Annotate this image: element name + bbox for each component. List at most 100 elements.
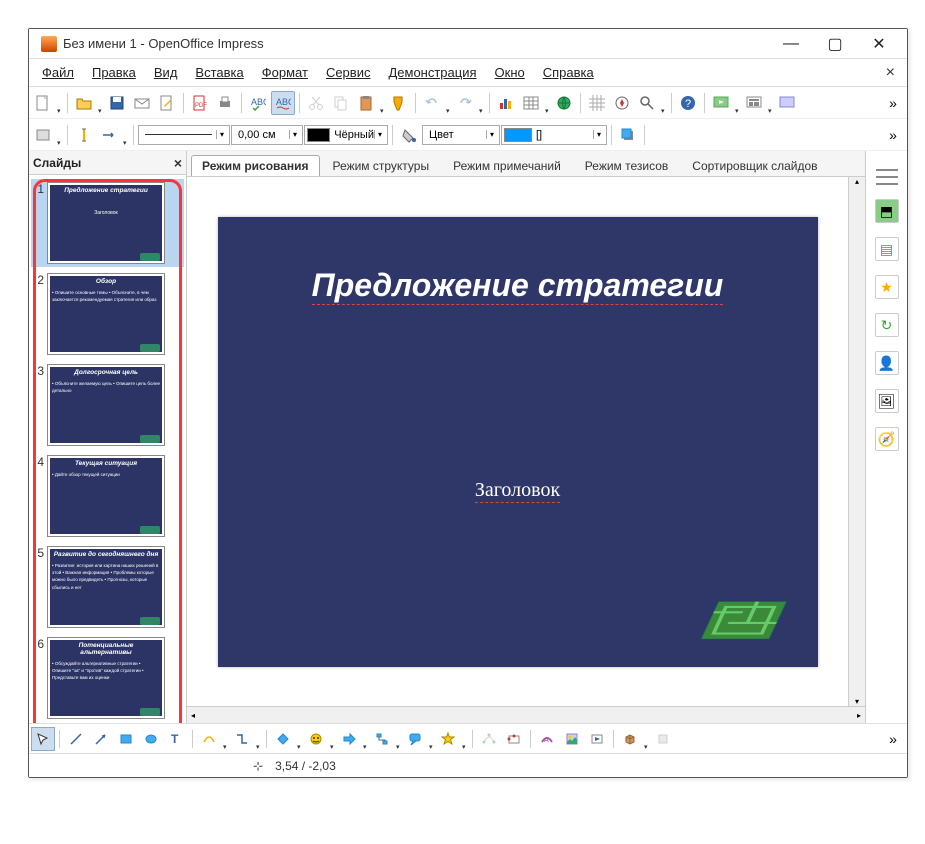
slide-thumb-6[interactable]: 6 Потенциальные альтернативы• Обсуждайте…: [31, 634, 184, 722]
slide-thumb-1[interactable]: 1 Предложение стратегииЗаголовок: [31, 179, 184, 267]
task-pane-toggle-icon[interactable]: [876, 169, 898, 185]
zoom-dropdown[interactable]: [661, 100, 667, 106]
line-color-combo[interactable]: Чёрный▾: [304, 125, 388, 145]
tab-drawing[interactable]: Режим рисования: [191, 155, 320, 176]
gallery-icon[interactable]: 🖼: [875, 389, 899, 413]
from-file-icon[interactable]: [560, 727, 584, 751]
format-paintbrush-icon[interactable]: [387, 91, 411, 115]
stars-icon[interactable]: [436, 727, 460, 751]
points-icon[interactable]: [477, 727, 501, 751]
paste-icon[interactable]: [354, 91, 378, 115]
select-tool-icon[interactable]: [31, 727, 55, 751]
slides-panel-close-icon[interactable]: ×: [174, 155, 182, 171]
arrow-icon[interactable]: [31, 123, 55, 147]
slideshow-icon[interactable]: [709, 91, 733, 115]
redo-icon[interactable]: [453, 91, 477, 115]
print-icon[interactable]: [213, 91, 237, 115]
media-icon[interactable]: [585, 727, 609, 751]
symbol-shapes-icon[interactable]: [304, 727, 328, 751]
3d-dropdown[interactable]: [644, 736, 650, 742]
menubar-close-icon[interactable]: ×: [878, 64, 903, 82]
slide-layout-icon[interactable]: [742, 91, 766, 115]
ellipse-tool-icon[interactable]: [139, 727, 163, 751]
slide-canvas[interactable]: Предложение стратегии Заголовок: [218, 217, 818, 667]
menu-edit[interactable]: Правка: [83, 63, 145, 82]
slide-thumb-4[interactable]: 4 Текущая ситуация• Дайте обзор текущей …: [31, 452, 184, 540]
new-dropdown[interactable]: [57, 100, 63, 106]
extrusion-icon[interactable]: [651, 727, 675, 751]
menu-format[interactable]: Формат: [253, 63, 317, 82]
custom-animation-icon[interactable]: ★: [875, 275, 899, 299]
fontwork-icon[interactable]: A: [535, 727, 559, 751]
glue-points-icon[interactable]: [502, 727, 526, 751]
chart-icon[interactable]: [494, 91, 518, 115]
menu-help[interactable]: Справка: [534, 63, 603, 82]
slide-layout-dropdown[interactable]: [768, 100, 774, 106]
edit-doc-icon[interactable]: [155, 91, 179, 115]
symbol-shapes-dropdown[interactable]: [330, 736, 336, 742]
shadow-icon[interactable]: [616, 123, 640, 147]
open-icon[interactable]: [72, 91, 96, 115]
block-arrows-dropdown[interactable]: [363, 736, 369, 742]
menu-window[interactable]: Окно: [486, 63, 534, 82]
basic-shapes-icon[interactable]: [271, 727, 295, 751]
btb-overflow-icon[interactable]: »: [881, 727, 905, 751]
line-type-combo[interactable]: ▾: [138, 125, 230, 145]
table-dropdown[interactable]: [545, 100, 551, 106]
zoom-icon[interactable]: [635, 91, 659, 115]
slide-transition-icon[interactable]: ↻: [875, 313, 899, 337]
slide-title-text[interactable]: Предложение стратегии: [218, 217, 818, 304]
fill-type-combo[interactable]: Цвет▾: [422, 125, 500, 145]
slide-subtitle-text[interactable]: Заголовок: [475, 479, 560, 503]
line-tool-icon[interactable]: [64, 727, 88, 751]
menu-file[interactable]: Файл: [33, 63, 83, 82]
navigator-icon[interactable]: [610, 91, 634, 115]
slide-design-icon[interactable]: [775, 91, 799, 115]
menu-view[interactable]: Вид: [145, 63, 187, 82]
tab-sorter[interactable]: Сортировщик слайдов: [681, 155, 828, 176]
table-icon[interactable]: [519, 91, 543, 115]
master-pages-icon[interactable]: ▤: [875, 237, 899, 261]
horizontal-scrollbar[interactable]: [187, 706, 865, 723]
toolbar2-overflow-icon[interactable]: »: [881, 123, 905, 147]
flowchart-icon[interactable]: [370, 727, 394, 751]
minimize-button[interactable]: —: [769, 30, 813, 58]
line-width-combo[interactable]: 0,00 см▾: [231, 125, 303, 145]
curve-tool-icon[interactable]: [197, 727, 221, 751]
menu-insert[interactable]: Вставка: [186, 63, 252, 82]
autospell-icon[interactable]: ABC: [271, 91, 295, 115]
cut-icon[interactable]: [304, 91, 328, 115]
3d-objects-icon[interactable]: [618, 727, 642, 751]
spellcheck-icon[interactable]: ABC: [246, 91, 270, 115]
rect-tool-icon[interactable]: [114, 727, 138, 751]
menu-slideshow[interactable]: Демонстрация: [379, 63, 485, 82]
vertical-scrollbar[interactable]: [848, 177, 865, 706]
connector-tool-icon[interactable]: [230, 727, 254, 751]
tab-outline[interactable]: Режим структуры: [322, 155, 441, 176]
tab-notes[interactable]: Режим примечаний: [442, 155, 572, 176]
flowchart-dropdown[interactable]: [396, 736, 402, 742]
styles-icon[interactable]: 👤: [875, 351, 899, 375]
properties-icon[interactable]: ⬒: [875, 199, 899, 223]
save-icon[interactable]: [105, 91, 129, 115]
copy-icon[interactable]: [329, 91, 353, 115]
fill-icon[interactable]: [397, 123, 421, 147]
connector-dropdown[interactable]: [256, 736, 262, 742]
export-pdf-icon[interactable]: PDF: [188, 91, 212, 115]
arrow-tool-icon[interactable]: [89, 727, 113, 751]
arrow-style-icon[interactable]: [97, 123, 121, 147]
canvas-area[interactable]: Предложение стратегии Заголовок: [187, 177, 848, 706]
shape-dropdown[interactable]: [57, 132, 63, 138]
slide-thumb-2[interactable]: 2 Обзор• Опишите основные темы • Объясни…: [31, 270, 184, 358]
help-icon[interactable]: ?: [676, 91, 700, 115]
undo-dropdown[interactable]: [446, 100, 452, 106]
slide-thumb-5[interactable]: 5 Развитие до сегодняшнего дня• Развитие…: [31, 543, 184, 631]
grid-icon[interactable]: [585, 91, 609, 115]
callouts-icon[interactable]: [403, 727, 427, 751]
new-icon[interactable]: [31, 91, 55, 115]
line-style-icon[interactable]: [72, 123, 96, 147]
maximize-button[interactable]: ▢: [813, 30, 857, 58]
callouts-dropdown[interactable]: [429, 736, 435, 742]
curve-dropdown[interactable]: [223, 736, 229, 742]
close-button[interactable]: ✕: [857, 30, 901, 58]
